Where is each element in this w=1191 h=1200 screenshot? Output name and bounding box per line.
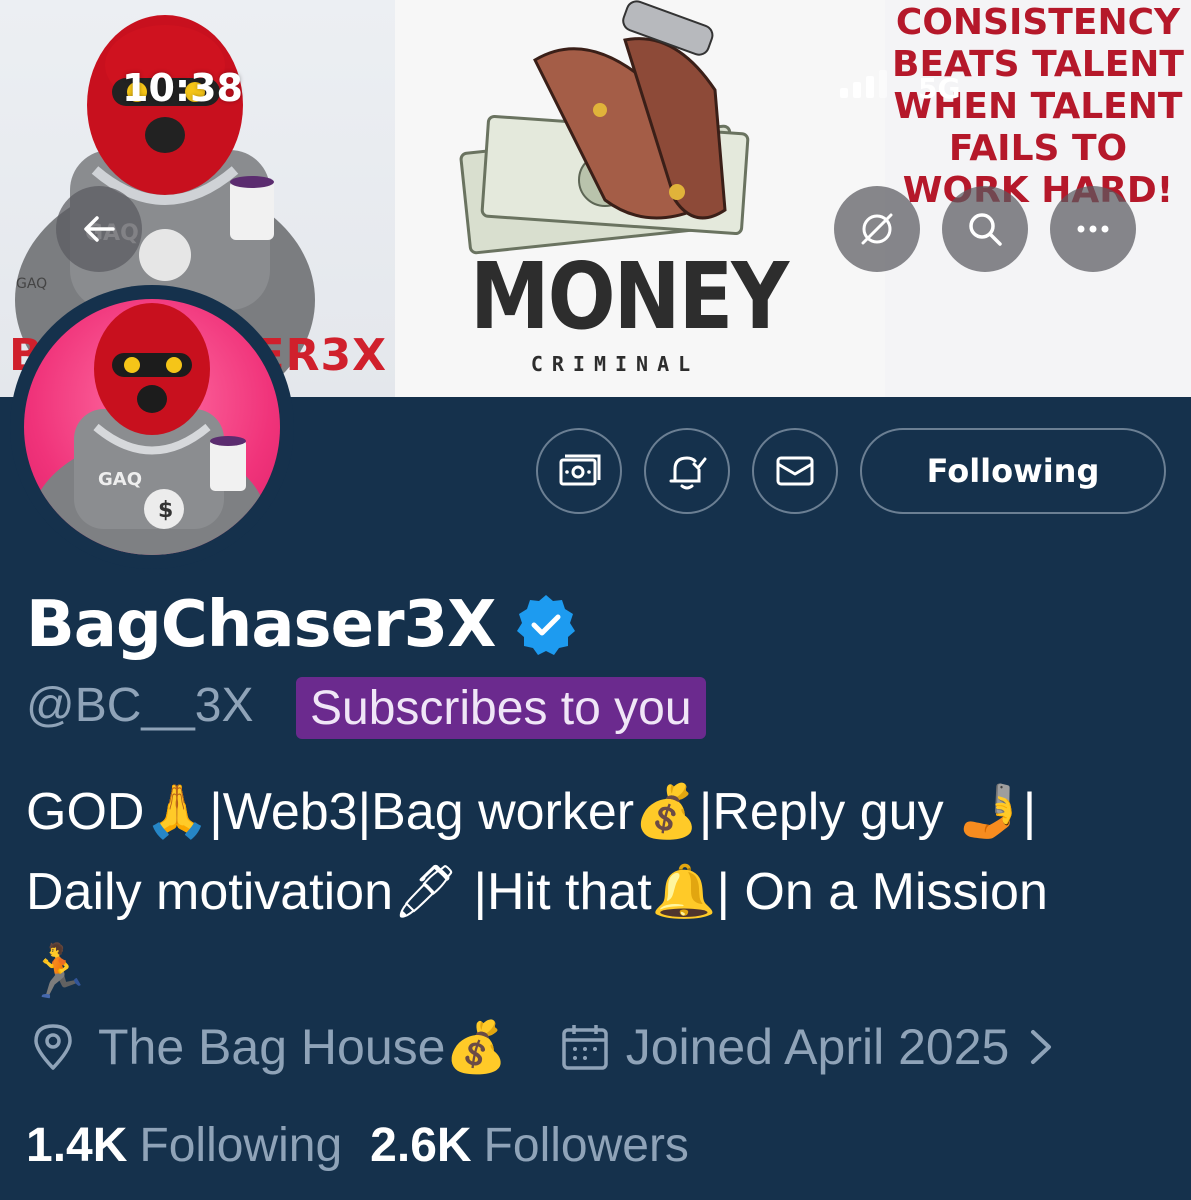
profile-meta-row: The Bag House💰 Joined April 2025 <box>26 1012 1061 1082</box>
location-item: The Bag House💰 <box>26 1018 508 1077</box>
grok-icon <box>861 213 893 245</box>
status-time: 10:38 <box>122 66 243 110</box>
avatar-image: $ GAQ <box>29 303 269 555</box>
banner-money-subtitle: CRIMINAL <box>530 352 700 376</box>
location-pin-icon <box>34 1024 72 1070</box>
bio-line: GOD🙏|Web3|Bag worker💰|Reply guy 🤳| <box>26 783 1037 841</box>
subscribes-badge: Subscribes to you <box>296 677 706 739</box>
more-horizontal-icon <box>1077 225 1109 233</box>
network-type: 5G <box>918 72 961 105</box>
signal-bars-icon <box>840 70 887 98</box>
following-count: 1.4K <box>26 1118 128 1172</box>
display-name-row: BagChaser3X <box>26 588 579 662</box>
verified-badge-icon[interactable] <box>513 592 579 658</box>
bell-plus-icon <box>669 456 707 490</box>
money-icon <box>559 454 601 486</box>
bio-line: 🏃 <box>26 943 91 1001</box>
following-button[interactable]: Following <box>860 428 1166 514</box>
svg-text:GAQ: GAQ <box>16 276 47 292</box>
followers-stat[interactable]: 2.6K Followers <box>370 1118 689 1173</box>
arrow-left-icon <box>84 216 115 242</box>
following-stat[interactable]: 1.4K Following <box>26 1118 342 1173</box>
search-button[interactable] <box>942 186 1028 272</box>
envelope-icon <box>776 456 814 486</box>
profile-bio: GOD🙏|Web3|Bag worker💰|Reply guy 🤳| Daily… <box>26 772 1176 1012</box>
profile-handle: @BC__3X <box>26 679 254 732</box>
banner-quote: CONSISTENCY BEATS TALENT WHEN TALENT FAI… <box>892 2 1184 211</box>
back-button[interactable] <box>56 186 142 272</box>
follow-stats: 1.4K Following 2.6K Followers <box>26 1110 689 1180</box>
more-button[interactable] <box>1050 186 1136 272</box>
joined-item[interactable]: Joined April 2025 <box>558 1018 1062 1076</box>
avatar[interactable]: $ GAQ <box>24 299 280 555</box>
chevron-right-icon <box>1031 1030 1052 1064</box>
calendar-icon <box>561 1025 608 1070</box>
banner-money-logo: MONEY <box>470 243 789 350</box>
location-text: The Bag House💰 <box>98 1018 508 1075</box>
banner-hands-money-image <box>459 0 750 255</box>
following-label: Following <box>139 1118 343 1172</box>
avatar-gaq-text: GAQ <box>98 469 142 490</box>
notifications-button[interactable] <box>644 428 730 514</box>
search-icon <box>969 213 1002 246</box>
grok-button[interactable] <box>834 186 920 272</box>
bio-line: Daily motivation🖊 |Hit that🔔| On a Missi… <box>26 863 1048 921</box>
followers-count: 2.6K <box>370 1118 472 1172</box>
followers-label: Followers <box>483 1118 689 1172</box>
avatar-dollar-text: $ <box>158 498 173 523</box>
tip-button[interactable] <box>536 428 622 514</box>
display-name: BagChaser3X <box>26 588 496 662</box>
message-button[interactable] <box>752 428 838 514</box>
joined-text: Joined April 2025 <box>625 1019 1010 1075</box>
